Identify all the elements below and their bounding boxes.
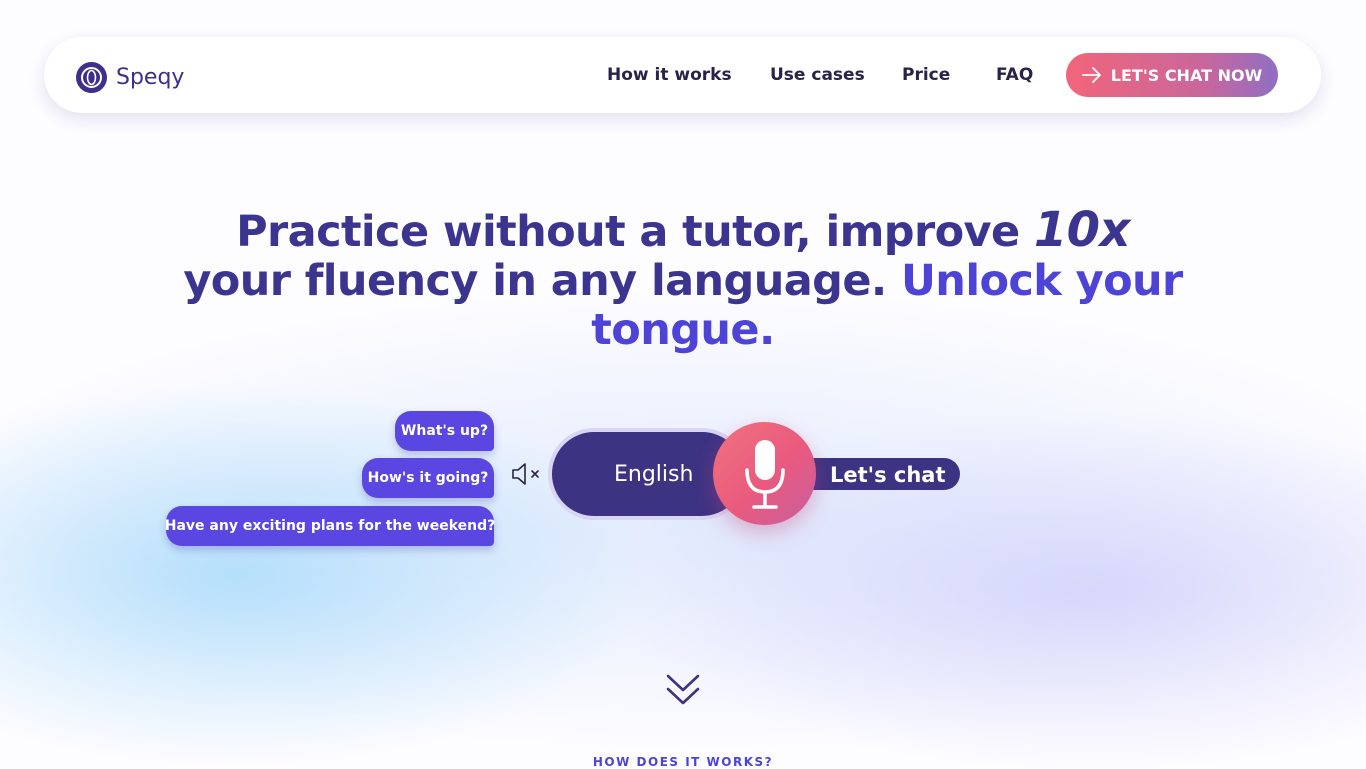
chat-bubble: Have any exciting plans for the weekend?	[165, 506, 495, 546]
lets-chat-label[interactable]: Let's chat	[830, 460, 946, 490]
chat-bubble: How's it going?	[362, 458, 494, 498]
language-label: English	[614, 461, 694, 487]
nav-faq[interactable]: FAQ	[996, 65, 1033, 85]
hero-title: Practice without a tutor, improve 10x yo…	[183, 202, 1183, 355]
logo-icon	[76, 62, 107, 93]
microphone-icon	[744, 439, 785, 509]
hero-emphasis: 10x	[1033, 202, 1131, 258]
logo[interactable]: Speqy	[76, 62, 184, 93]
nav-use-cases[interactable]: Use cases	[770, 65, 865, 85]
microphone-button[interactable]	[713, 422, 816, 525]
cta-label: LET'S CHAT NOW	[1110, 65, 1263, 85]
chat-bubble: What's up?	[395, 411, 494, 451]
speaker-muted-icon[interactable]	[510, 461, 542, 491]
double-chevron-down-icon[interactable]	[664, 673, 702, 711]
nav-price[interactable]: Price	[902, 65, 950, 85]
background-glow	[0, 0, 1366, 768]
brand-name: Speqy	[116, 65, 185, 90]
navbar: Speqy How it works Use cases Price FAQ L…	[44, 37, 1321, 113]
arrow-right-icon	[1081, 67, 1101, 83]
section-label: HOW DOES IT WORKS?	[592, 755, 774, 769]
nav-how-it-works[interactable]: How it works	[607, 65, 732, 85]
lets-chat-now-button[interactable]: LET'S CHAT NOW	[1066, 53, 1278, 97]
